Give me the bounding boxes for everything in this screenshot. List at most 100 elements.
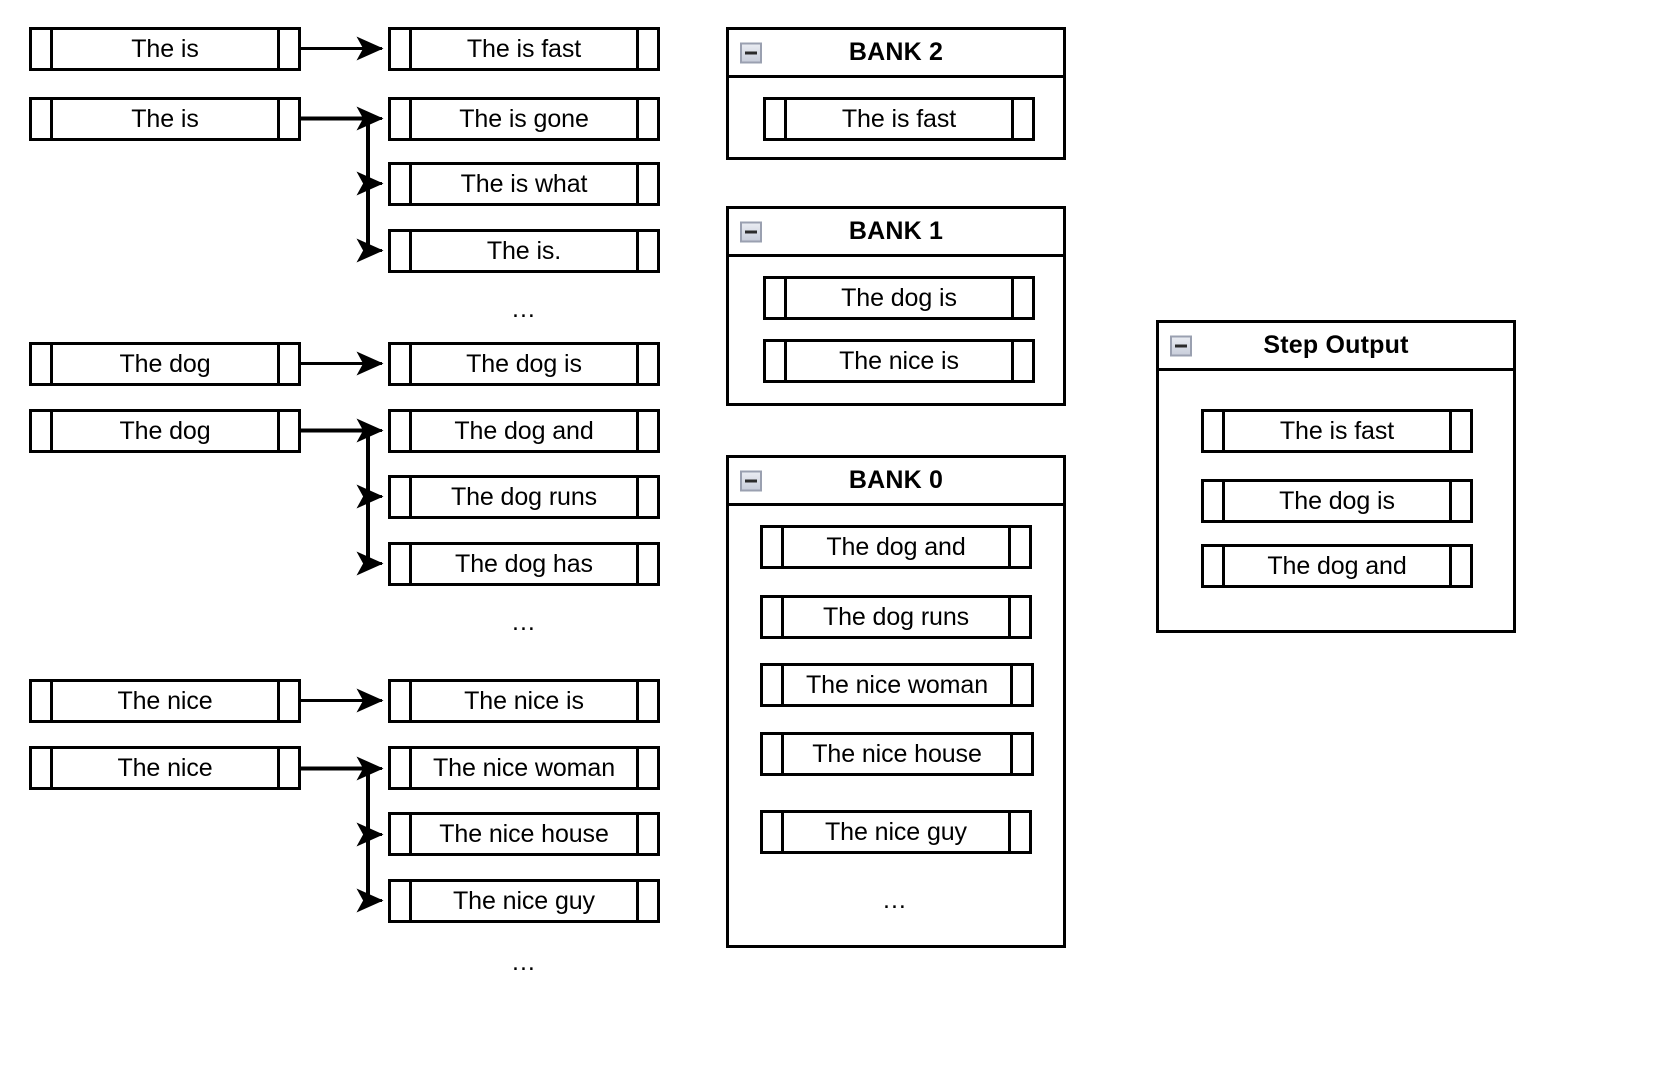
step-output-item-label: The dog and — [1267, 551, 1407, 580]
step-output-item-box[interactable]: The dog is — [1201, 479, 1473, 523]
bank-item-box[interactable]: The dog and — [760, 525, 1032, 569]
expanded-hypothesis-box[interactable]: The is gone — [388, 97, 660, 141]
step-output-item-label: The is fast — [1279, 416, 1395, 445]
hypothesis-label: The is what — [460, 169, 588, 198]
bank-panel-body: The is fast — [729, 78, 1063, 160]
bank-panel-header[interactable]: BANK 1 — [729, 209, 1063, 257]
bank-panel-header[interactable]: BANK 0 — [729, 458, 1063, 506]
box-left-cap — [763, 598, 784, 636]
step-output-item-box[interactable]: The is fast — [1201, 409, 1473, 453]
hypothesis-label: The is fast — [466, 34, 582, 63]
group-ellipsis: ... — [512, 295, 536, 323]
step-output-header[interactable]: Step Output — [1159, 323, 1513, 371]
bank-title: BANK 2 — [848, 38, 944, 66]
hypothesis-label: The is. — [486, 236, 562, 265]
bank-panel-bank2[interactable]: BANK 2 The is fast — [726, 27, 1066, 160]
bank-panel-header[interactable]: BANK 2 — [729, 30, 1063, 78]
bank-item-label: The nice is — [839, 346, 959, 375]
box-left-cap — [32, 30, 53, 68]
minus-square-icon[interactable] — [740, 470, 762, 491]
bank-item-box[interactable]: The dog is — [763, 276, 1035, 320]
box-right-cap — [277, 30, 298, 68]
bank-panel-bank0[interactable]: BANK 0 The dog and The dog runs The nice… — [726, 455, 1066, 948]
hypothesis-label: The nice is — [464, 686, 584, 715]
box-right-cap — [1008, 598, 1029, 636]
box-right-cap — [1011, 279, 1032, 317]
box-right-cap — [1010, 735, 1031, 773]
source-hypothesis-box[interactable]: The dog — [29, 342, 301, 386]
box-left-cap — [391, 882, 412, 920]
box-right-cap — [277, 682, 298, 720]
bank-title: BANK 1 — [848, 217, 944, 245]
bank-item-box[interactable]: The is fast — [763, 97, 1035, 141]
bank-item-box[interactable]: The nice guy — [760, 810, 1032, 854]
bank-item-label: The nice woman — [805, 670, 989, 699]
step-output-item-label: The dog is — [1279, 486, 1395, 515]
box-left-cap — [1204, 412, 1225, 450]
bank-item-box[interactable]: The dog runs — [760, 595, 1032, 639]
box-right-cap — [636, 100, 657, 138]
step-output-body: The is fast The dog is The dog and — [1159, 371, 1513, 633]
bank-ellipsis: ... — [883, 886, 907, 914]
bank-item-box[interactable]: The nice is — [763, 339, 1035, 383]
box-left-cap — [391, 165, 412, 203]
expanded-hypothesis-box[interactable]: The is fast — [388, 27, 660, 71]
source-hypothesis-box[interactable]: The dog — [29, 409, 301, 453]
box-left-cap — [391, 478, 412, 516]
source-hypothesis-box[interactable]: The nice — [29, 746, 301, 790]
hypothesis-label: The dog and — [454, 416, 594, 445]
diagram-canvas: The is The is fast The is The is gone Th… — [0, 0, 1672, 1072]
hypothesis-label: The nice woman — [432, 753, 616, 782]
expanded-hypothesis-box[interactable]: The dog has — [388, 542, 660, 586]
hypothesis-label: The nice — [117, 686, 213, 715]
source-hypothesis-box[interactable]: The nice — [29, 679, 301, 723]
minus-square-icon[interactable] — [740, 42, 762, 63]
minus-square-icon[interactable] — [1170, 335, 1192, 356]
box-right-cap — [1008, 813, 1029, 851]
box-left-cap — [766, 100, 787, 138]
source-hypothesis-box[interactable]: The is — [29, 27, 301, 71]
box-left-cap — [766, 279, 787, 317]
minus-square-icon[interactable] — [740, 221, 762, 242]
bank-panel-bank1[interactable]: BANK 1 The dog is The nice is — [726, 206, 1066, 406]
hypothesis-label: The is — [131, 104, 199, 133]
bank-item-label: The dog runs — [822, 602, 970, 631]
bank-item-box[interactable]: The nice woman — [760, 663, 1034, 707]
expanded-hypothesis-box[interactable]: The dog and — [388, 409, 660, 453]
hypothesis-label: The is — [131, 34, 199, 63]
bank-item-box[interactable]: The nice house — [760, 732, 1034, 776]
box-right-cap — [1011, 100, 1032, 138]
box-left-cap — [391, 345, 412, 383]
expanded-hypothesis-box[interactable]: The dog runs — [388, 475, 660, 519]
bank-panel-body: The dog and The dog runs The nice woman … — [729, 506, 1063, 948]
hypothesis-label: The dog has — [455, 549, 593, 578]
expanded-hypothesis-box[interactable]: The is. — [388, 229, 660, 273]
step-output-item-box[interactable]: The dog and — [1201, 544, 1473, 588]
box-left-cap — [32, 345, 53, 383]
box-left-cap — [391, 815, 412, 853]
box-left-cap — [763, 666, 784, 704]
source-hypothesis-box[interactable]: The is — [29, 97, 301, 141]
box-right-cap — [1449, 412, 1470, 450]
minus-bar — [745, 479, 757, 482]
hypothesis-label: The nice guy — [453, 886, 595, 915]
group-ellipsis: ... — [512, 948, 536, 976]
bank-item-label: The dog and — [826, 532, 966, 561]
hypothesis-label: The dog — [119, 416, 211, 445]
expanded-hypothesis-box[interactable]: The nice is — [388, 679, 660, 723]
bank-item-label: The nice house — [812, 739, 982, 768]
hypothesis-label: The is gone — [459, 104, 589, 133]
hypothesis-label: The dog runs — [450, 482, 598, 511]
expanded-hypothesis-box[interactable]: The dog is — [388, 342, 660, 386]
hypothesis-label: The nice house — [439, 819, 609, 848]
expanded-hypothesis-box[interactable]: The nice guy — [388, 879, 660, 923]
group-ellipsis: ... — [512, 608, 536, 636]
box-left-cap — [763, 528, 784, 566]
bank-item-label: The dog is — [841, 283, 957, 312]
box-left-cap — [391, 749, 412, 787]
expanded-hypothesis-box[interactable]: The is what — [388, 162, 660, 206]
expanded-hypothesis-box[interactable]: The nice woman — [388, 746, 660, 790]
hypothesis-label: The nice — [117, 753, 213, 782]
step-output-panel[interactable]: Step Output The is fast The dog is The d… — [1156, 320, 1516, 633]
expanded-hypothesis-box[interactable]: The nice house — [388, 812, 660, 856]
